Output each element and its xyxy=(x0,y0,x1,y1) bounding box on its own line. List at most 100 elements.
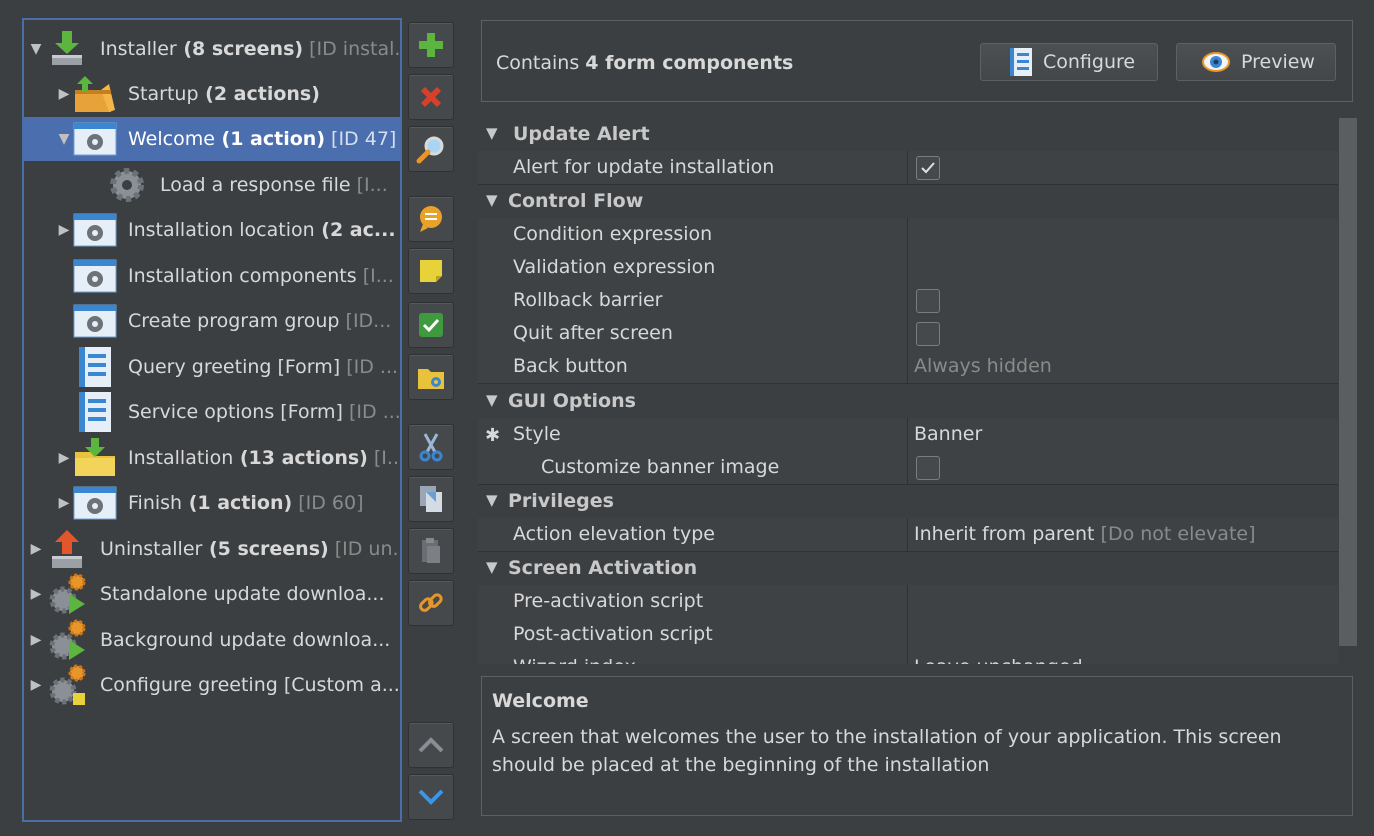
category-label: Screen Activation xyxy=(508,557,698,579)
expanded-arrow-icon[interactable]: ▼ xyxy=(486,491,498,509)
category-update-alert[interactable]: ▼ Update Alert xyxy=(478,118,1338,152)
tree-node-id: [ID 60] xyxy=(292,492,364,514)
property-label: Back button xyxy=(513,355,628,377)
configure-button[interactable]: Configure xyxy=(980,43,1158,81)
rollback-barrier-checkbox[interactable] xyxy=(916,289,940,313)
tree-node-count: (5 screens) xyxy=(202,538,329,560)
tree-node-id: [ID 47] xyxy=(325,128,397,150)
collapsed-arrow-icon[interactable]: ▶ xyxy=(28,541,44,557)
tree-node-label: Load a response file xyxy=(160,174,351,196)
category-gui-options[interactable]: ▼ GUI Options xyxy=(478,385,1338,419)
property-label: Rollback barrier xyxy=(513,289,663,311)
tree-node-installation-location[interactable]: ▶ Installation location (2 ac... xyxy=(56,208,396,252)
collapsed-arrow-icon[interactable]: ▶ xyxy=(28,586,44,602)
property-value: Always hidden xyxy=(914,355,1052,377)
move-down-button[interactable] xyxy=(408,774,454,820)
property-value: Banner xyxy=(914,423,983,445)
move-down-icon xyxy=(418,789,444,805)
property-validation-expression[interactable]: Validation expression xyxy=(478,251,1338,285)
tree-node-create-program-group[interactable]: Create program group [ID... xyxy=(72,299,391,343)
tree-node-uninstaller[interactable]: ▶ Uninstaller (5 screens) [ID un... xyxy=(28,527,400,571)
property-quit-after-screen[interactable]: Quit after screen xyxy=(478,317,1338,351)
folder-gear-button[interactable] xyxy=(408,354,454,400)
gears-note-icon xyxy=(44,663,90,707)
uninstaller-icon xyxy=(44,527,90,571)
elevation-value: Inherit from parent xyxy=(914,523,1095,545)
property-label: Customize banner image xyxy=(541,456,780,478)
property-back-button[interactable]: Back button Always hidden xyxy=(478,350,1338,384)
property-rollback-barrier[interactable]: Rollback barrier xyxy=(478,284,1338,318)
checkmark-icon xyxy=(921,162,935,174)
collapsed-arrow-icon[interactable]: ▶ xyxy=(56,222,72,238)
tree-node-welcome[interactable]: ▼ Welcome (1 action) [ID 47] xyxy=(24,117,400,161)
link-button[interactable] xyxy=(408,580,454,626)
collapsed-arrow-icon[interactable]: ▶ xyxy=(56,86,72,102)
tree-node-startup[interactable]: ▶ Startup (2 actions) xyxy=(56,72,320,116)
tree-node-installation-components[interactable]: Installation components [I... xyxy=(72,254,394,298)
property-style[interactable]: ✱ Style Banner xyxy=(478,418,1338,452)
expanded-arrow-icon[interactable]: ▼ xyxy=(486,558,498,576)
property-label: Wizard index xyxy=(513,656,636,664)
check-button[interactable] xyxy=(408,302,454,348)
expanded-arrow-icon[interactable]: ▼ xyxy=(486,124,498,142)
collapsed-arrow-icon[interactable]: ▶ xyxy=(56,450,72,466)
expanded-arrow-icon[interactable]: ▼ xyxy=(28,41,44,57)
screens-tree[interactable]: ▼ Installer (8 screens) [ID instal... ▶ … xyxy=(22,18,402,822)
alert-for-update-checkbox[interactable] xyxy=(916,156,940,180)
tree-node-service-options[interactable]: Service options [Form] [ID ... xyxy=(72,390,400,434)
copy-button[interactable] xyxy=(408,476,454,522)
property-post-activation-script[interactable]: Post-activation script xyxy=(478,618,1338,652)
property-pre-activation-script[interactable]: Pre-activation script xyxy=(478,585,1338,619)
collapsed-arrow-icon[interactable]: ▶ xyxy=(56,495,72,511)
move-up-button[interactable] xyxy=(408,722,454,768)
tree-node-query-greeting[interactable]: Query greeting [Form] [ID ... xyxy=(72,345,398,389)
category-privileges[interactable]: ▼ Privileges xyxy=(478,485,1338,519)
property-alert-for-update[interactable]: Alert for update installation xyxy=(478,151,1338,185)
properties-scrollbar[interactable] xyxy=(1338,118,1358,664)
quit-after-screen-checkbox[interactable] xyxy=(916,322,940,346)
tree-node-load-response-file[interactable]: Load a response file [I... xyxy=(104,163,388,207)
note-button[interactable] xyxy=(408,248,454,294)
customize-banner-checkbox[interactable] xyxy=(916,456,940,480)
paste-icon xyxy=(422,538,440,563)
property-label: Action elevation type xyxy=(513,523,715,545)
property-value: Inherit from parent [Do not elevate] xyxy=(914,523,1256,545)
category-screen-activation[interactable]: ▼ Screen Activation xyxy=(478,552,1338,586)
delete-button[interactable] xyxy=(408,74,454,120)
screen-gear-icon xyxy=(72,299,118,343)
property-customize-banner[interactable]: Customize banner image xyxy=(478,451,1338,485)
tree-node-count: (1 action) xyxy=(214,128,325,150)
add-button[interactable] xyxy=(408,22,454,68)
search-button[interactable] xyxy=(408,126,454,172)
screen-gear-icon xyxy=(72,117,118,161)
expanded-arrow-icon[interactable]: ▼ xyxy=(56,131,72,147)
tree-node-configure-greeting[interactable]: ▶ Configure greeting [Custom a... xyxy=(28,663,400,707)
paste-button[interactable] xyxy=(408,528,454,574)
startup-folder-icon xyxy=(72,72,118,116)
tree-node-standalone-update[interactable]: ▶ Standalone update downloa... xyxy=(28,572,385,616)
tree-node-label: Installation components xyxy=(128,265,357,287)
property-action-elevation[interactable]: Action elevation type Inherit from paren… xyxy=(478,518,1338,552)
collapsed-arrow-icon[interactable]: ▶ xyxy=(28,632,44,648)
property-label: Style xyxy=(513,423,561,445)
tree-node-installer[interactable]: ▼ Installer (8 screens) [ID instal... xyxy=(28,27,400,71)
scrollbar-thumb[interactable] xyxy=(1339,118,1357,646)
search-icon xyxy=(416,136,444,164)
category-label: GUI Options xyxy=(508,390,636,412)
cut-button[interactable] xyxy=(408,424,454,470)
expanded-arrow-icon[interactable]: ▼ xyxy=(486,191,498,209)
add-icon xyxy=(419,33,443,57)
expanded-arrow-icon[interactable]: ▼ xyxy=(486,391,498,409)
collapsed-arrow-icon[interactable]: ▶ xyxy=(28,677,44,693)
comment-button[interactable] xyxy=(408,196,454,242)
property-condition-expression[interactable]: Condition expression xyxy=(478,218,1338,252)
property-wizard-index[interactable]: Wizard index Leave unchanged xyxy=(478,651,1338,664)
contains-count: 4 form components xyxy=(585,52,794,74)
preview-button[interactable]: Preview xyxy=(1176,43,1336,81)
tree-node-finish[interactable]: ▶ Finish (1 action) [ID 60] xyxy=(56,481,364,525)
category-control-flow[interactable]: ▼ Control Flow xyxy=(478,185,1338,219)
tree-node-installation[interactable]: ▶ Installation (13 actions) [I... xyxy=(56,436,400,480)
tree-node-background-update[interactable]: ▶ Background update downloa... xyxy=(28,618,390,662)
link-icon xyxy=(419,593,443,612)
screen-gear-icon xyxy=(72,208,118,252)
